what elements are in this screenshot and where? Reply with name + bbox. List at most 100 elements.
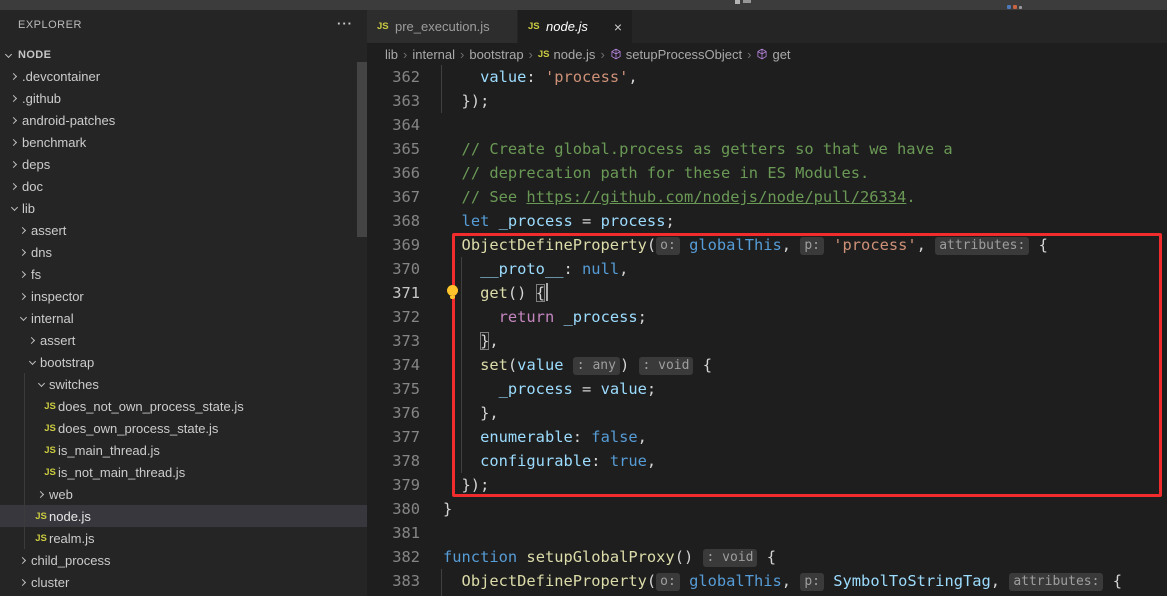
more-actions-icon[interactable]: ··· — [337, 16, 353, 31]
breadcrumb-item-bootstrap[interactable]: bootstrap — [469, 47, 523, 62]
code-line-373[interactable]: 373 }, — [367, 329, 1167, 353]
explorer-pane-title: EXPLORER — [18, 19, 82, 31]
tree-item-android-patches[interactable]: android-patches — [0, 109, 367, 131]
tree-item-child-process[interactable]: child_process — [0, 549, 367, 571]
section-header-node[interactable]: NODE — [0, 44, 367, 66]
breadcrumb-label: node.js — [554, 47, 596, 62]
tree-item-label: is_not_main_thread.js — [58, 465, 185, 480]
breadcrumb-separator: › — [403, 47, 407, 62]
tree-item-inspector[interactable]: inspector — [0, 285, 367, 307]
tree-item-assert[interactable]: assert — [0, 219, 367, 241]
tree-item--devcontainer[interactable]: .devcontainer — [0, 65, 367, 87]
tab-pre-execution-js[interactable]: JS pre_execution.js — [367, 10, 518, 43]
tree-item-fs[interactable]: fs — [0, 263, 367, 285]
chevron-right-icon — [15, 228, 31, 233]
tab-label: pre_execution.js — [395, 19, 490, 34]
line-number: 368 — [367, 209, 420, 233]
tree-item-is-not-main-thread-js[interactable]: JSis_not_main_thread.js — [0, 461, 367, 483]
code-line-378[interactable]: 378 configurable: true, — [367, 449, 1167, 473]
tree-item-does-not-own-process-state-js[interactable]: JSdoes_not_own_process_state.js — [0, 395, 367, 417]
code-editor[interactable]: 362 value: 'process',363 });364365 // Cr… — [367, 65, 1167, 596]
code-line-375[interactable]: 375 _process = value; — [367, 377, 1167, 401]
code-line-368[interactable]: 368 let _process = process; — [367, 209, 1167, 233]
breadcrumb-label: get — [772, 47, 790, 62]
code-line-364[interactable]: 364 — [367, 113, 1167, 137]
tree-item-label: is_main_thread.js — [58, 443, 160, 458]
line-number: 379 — [367, 473, 420, 497]
breadcrumb-item-node-js[interactable]: JSnode.js — [538, 47, 596, 62]
tree-item-deps[interactable]: deps — [0, 153, 367, 175]
code-line-369[interactable]: 369 ObjectDefineProperty(o: globalThis, … — [367, 233, 1167, 257]
tree-item-label: inspector — [31, 289, 84, 304]
code-line-381[interactable]: 381 — [367, 521, 1167, 545]
tree-item-label: assert — [40, 333, 75, 348]
chevron-right-icon — [15, 580, 31, 585]
indent-guide — [461, 257, 462, 473]
tree-item-internal[interactable]: internal — [0, 307, 367, 329]
chevron-right-icon — [15, 558, 31, 563]
tab-bar: JS pre_execution.js JS node.js × — [367, 10, 1167, 43]
chevron-down-icon — [0, 54, 16, 57]
breadcrumb-item-get[interactable]: get — [756, 47, 790, 62]
chevron-right-icon — [24, 338, 40, 343]
tree-item-label: bootstrap — [40, 355, 94, 370]
code-line-377[interactable]: 377 enumerable: false, — [367, 425, 1167, 449]
tree-item-switches[interactable]: switches — [0, 373, 367, 395]
tree-item-bootstrap[interactable]: bootstrap — [0, 351, 367, 373]
tree-item--github[interactable]: .github — [0, 87, 367, 109]
tree-item-doc[interactable]: doc — [0, 175, 367, 197]
breadcrumb-separator: › — [747, 47, 751, 62]
code-line-376[interactable]: 376 }, — [367, 401, 1167, 425]
line-number: 363 — [367, 89, 420, 113]
tab-node-js[interactable]: JS node.js × — [518, 10, 633, 43]
clipped-title-text — [735, 0, 740, 4]
code-line-372[interactable]: 372 return _process; — [367, 305, 1167, 329]
code-line-367[interactable]: 367 // See https://github.com/nodejs/nod… — [367, 185, 1167, 209]
code-line-370[interactable]: 370 __proto__: null, — [367, 257, 1167, 281]
line-number: 375 — [367, 377, 420, 401]
tree-item-label: does_own_process_state.js — [58, 421, 218, 436]
breadcrumb-item-internal[interactable]: internal — [412, 47, 455, 62]
breadcrumb-label: setupProcessObject — [626, 47, 742, 62]
line-content: } — [443, 497, 452, 521]
code-line-371[interactable]: 371 get() { — [367, 281, 1167, 305]
breadcrumb-item-setupprocessobject[interactable]: setupProcessObject — [610, 47, 742, 62]
chevron-down-icon — [33, 383, 49, 386]
quick-fix-lightbulb-icon[interactable] — [446, 285, 459, 300]
breadcrumb-item-lib[interactable]: lib — [385, 47, 398, 62]
code-line-382[interactable]: 382function setupGlobalProxy() : void { — [367, 545, 1167, 569]
code-line-380[interactable]: 380} — [367, 497, 1167, 521]
tree-item-benchmark[interactable]: benchmark — [0, 131, 367, 153]
tree-item-is-main-thread-js[interactable]: JSis_main_thread.js — [0, 439, 367, 461]
tree-item-realm-js[interactable]: JSrealm.js — [0, 527, 367, 549]
tree-item-does-own-process-state-js[interactable]: JSdoes_own_process_state.js — [0, 417, 367, 439]
tree-item-node-js[interactable]: JSnode.js — [0, 505, 367, 527]
chevron-down-icon — [6, 207, 22, 210]
close-icon[interactable]: × — [614, 20, 622, 34]
js-icon: JS — [42, 467, 58, 478]
tree-item-cluster[interactable]: cluster — [0, 571, 367, 593]
sidebar-scrollbar[interactable] — [357, 62, 367, 237]
js-icon: JS — [377, 21, 391, 32]
chevron-right-icon — [6, 140, 22, 145]
line-content: return _process; — [443, 305, 647, 329]
tree-item-label: benchmark — [22, 135, 86, 150]
code-line-383[interactable]: 383 ObjectDefineProperty(o: globalThis, … — [367, 569, 1167, 593]
code-line-374[interactable]: 374 set(value : any) : void { — [367, 353, 1167, 377]
code-line-365[interactable]: 365 // Create global.process as getters … — [367, 137, 1167, 161]
tree-item-web[interactable]: web — [0, 483, 367, 505]
code-line-362[interactable]: 362 value: 'process', — [367, 65, 1167, 89]
tree-item-lib[interactable]: lib — [0, 197, 367, 219]
line-number: 362 — [367, 65, 420, 89]
text-cursor — [546, 283, 548, 301]
breadcrumb: lib›internal›bootstrap›JSnode.js›setupPr… — [367, 43, 1167, 65]
tree-item-assert[interactable]: assert — [0, 329, 367, 351]
window-titlebar — [0, 0, 1167, 10]
chevron-right-icon — [6, 162, 22, 167]
line-content: value: 'process', — [443, 65, 638, 89]
line-number: 373 — [367, 329, 420, 353]
code-line-363[interactable]: 363 }); — [367, 89, 1167, 113]
code-line-366[interactable]: 366 // deprecation path for these in ES … — [367, 161, 1167, 185]
code-line-379[interactable]: 379 }); — [367, 473, 1167, 497]
tree-item-dns[interactable]: dns — [0, 241, 367, 263]
